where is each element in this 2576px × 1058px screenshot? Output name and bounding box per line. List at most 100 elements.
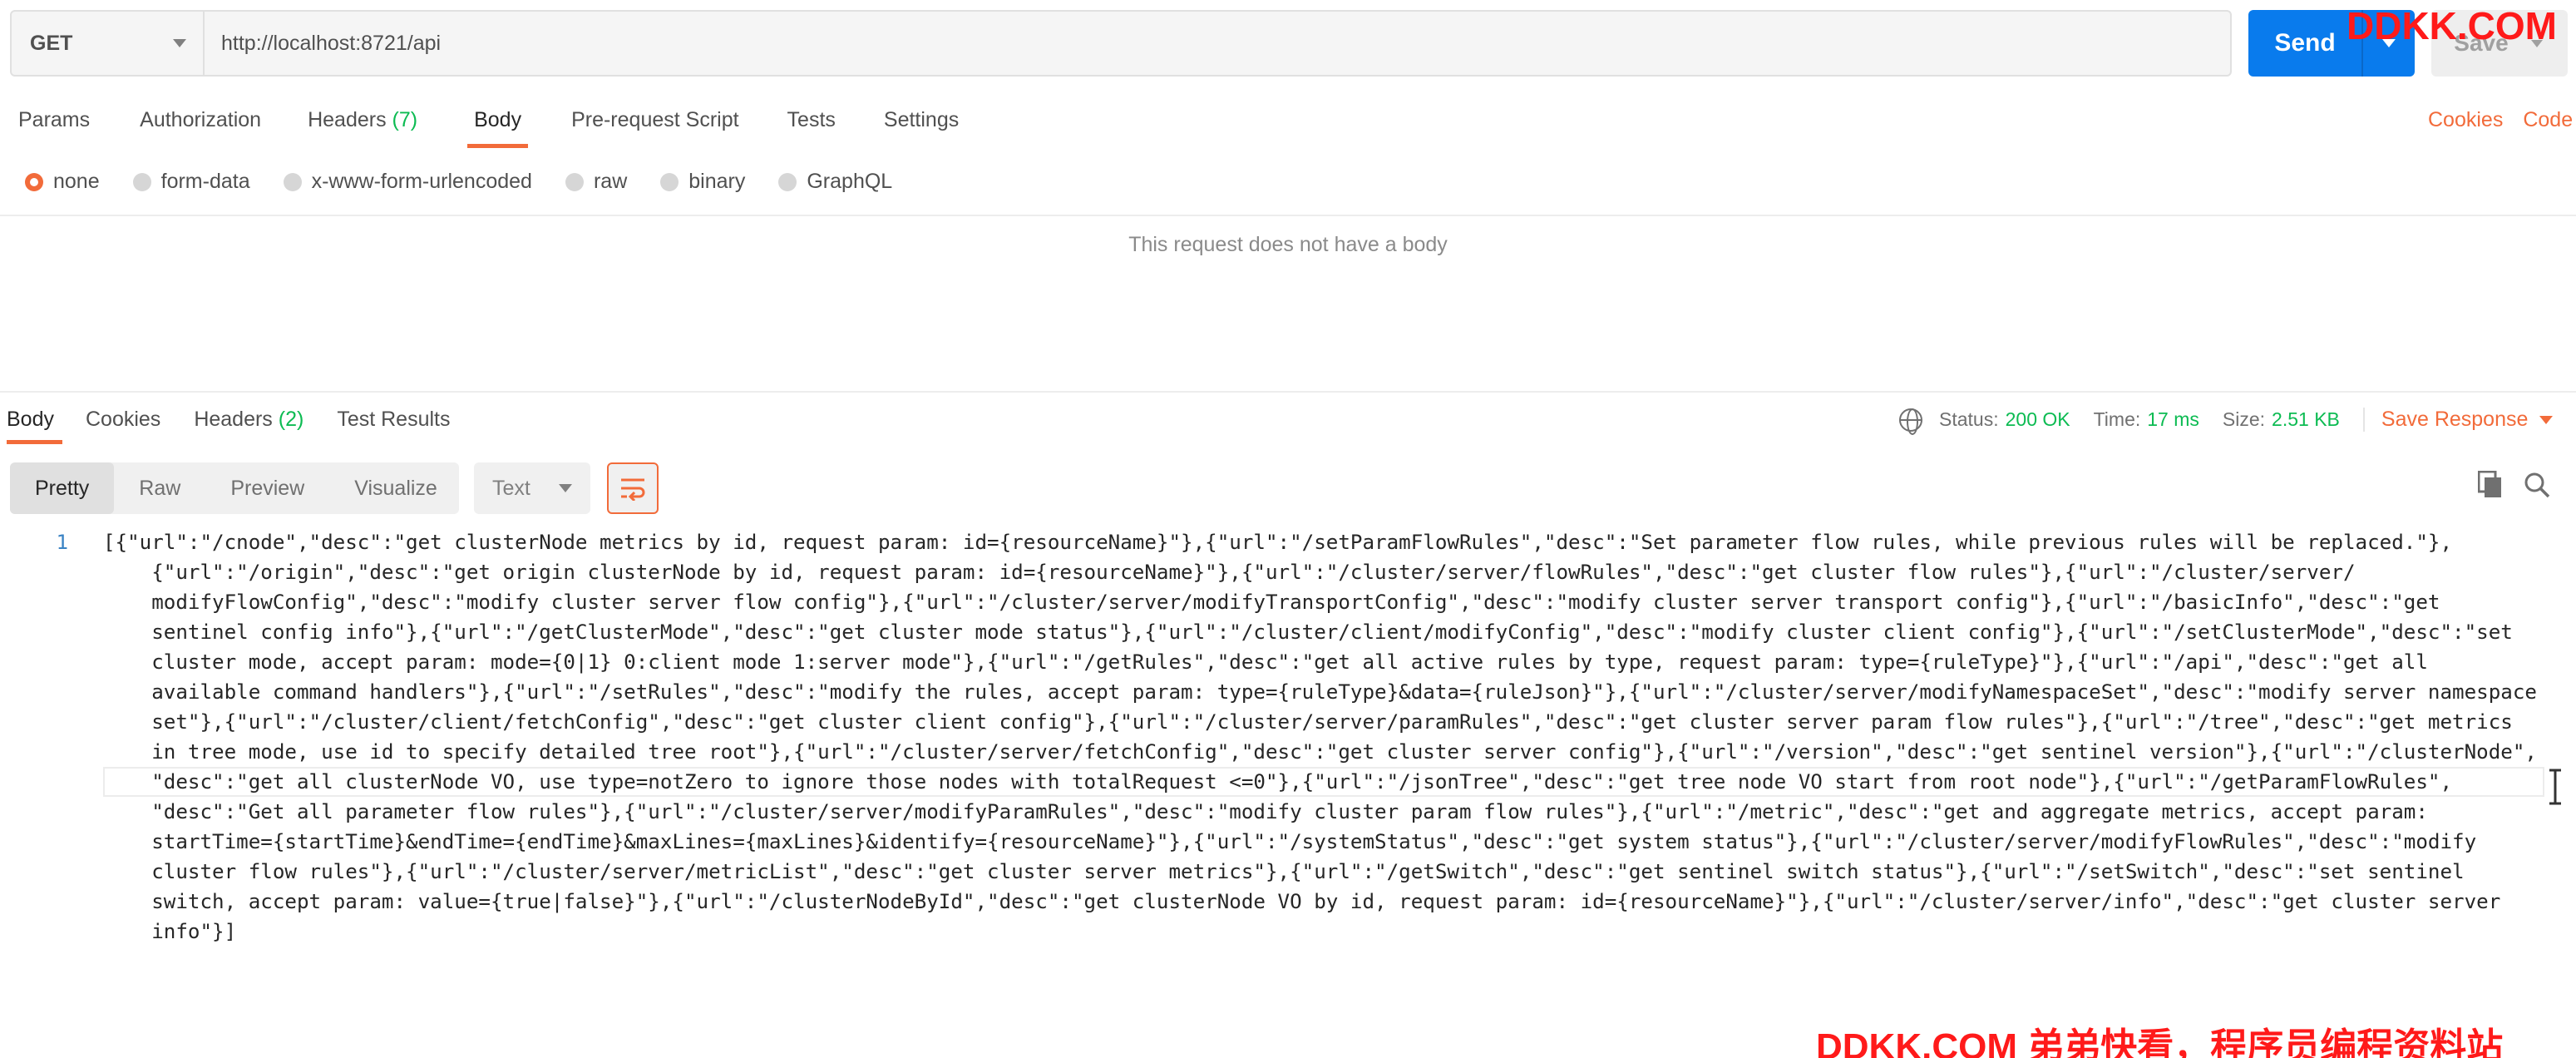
divider	[0, 215, 2576, 216]
body-type-group: none form-data x-www-form-urlencoded raw…	[25, 170, 925, 194]
radio-form-data-label: form-data	[160, 170, 250, 193]
copy-icon[interactable]	[2478, 471, 2503, 499]
divider	[0, 391, 2576, 393]
status-value: 200 OK	[2005, 408, 2070, 430]
view-pretty-label: Pretty	[35, 476, 90, 500]
radio-none[interactable]: none	[25, 170, 100, 194]
code-line: cluster mode, accept param: mode={0|1} 0…	[103, 650, 2428, 674]
watermark-top: DDKK.COM	[2347, 4, 2557, 47]
globe-icon[interactable]	[1899, 408, 1922, 435]
request-url-bar: GET	[10, 10, 2232, 77]
wrap-lines-button[interactable]	[607, 462, 659, 514]
time-value: 17 ms	[2147, 408, 2199, 430]
code-line: sentinel config info"},{"url":"/getClust…	[103, 620, 2513, 644]
response-headers-count: (2)	[278, 408, 304, 431]
radio-graphql-label: GraphQL	[807, 170, 893, 193]
code-line: startTime={startTime}&endTime={endTime}&…	[103, 830, 2477, 853]
radio-raw[interactable]: raw	[565, 170, 627, 194]
view-preview-button[interactable]: Preview	[205, 462, 329, 514]
radio-icon	[778, 172, 797, 191]
tab-settings[interactable]: Settings	[884, 98, 959, 148]
tab-params-label: Params	[18, 108, 91, 131]
code-link[interactable]: Code	[2523, 108, 2573, 132]
radio-urlencoded-label: x-www-form-urlencoded	[311, 170, 532, 193]
view-raw-button[interactable]: Raw	[114, 462, 205, 514]
response-tab-test-results-label: Test Results	[337, 408, 451, 431]
response-status-bar: Status: 200 OK Time: 17 ms Size: 2.51 KB…	[1899, 408, 2554, 435]
tab-tests[interactable]: Tests	[787, 98, 836, 148]
method-label: GET	[30, 31, 73, 55]
tab-params[interactable]: Params	[18, 98, 90, 148]
watermark-bottom: DDKK.COM 弟弟快看，程序员编程资料站	[1816, 1026, 2504, 1058]
request-right-links: Cookies Code	[2428, 108, 2573, 132]
tab-prerequest-label: Pre-request Script	[571, 108, 739, 131]
code-line: "desc":"Get all parameter flow rules"},{…	[103, 800, 2428, 823]
code-line: [{"url":"/cnode","desc":"get clusterNode…	[103, 531, 2453, 554]
status-label: Status:	[1939, 408, 1999, 430]
code-line: "desc":"get all clusterNode VO, use type…	[103, 770, 2453, 794]
time-label: Time:	[2093, 408, 2141, 430]
code-line: {"url":"/origin","desc":"get origin clus…	[103, 561, 2356, 584]
radio-icon	[283, 172, 302, 191]
save-response-button[interactable]: Save Response	[2362, 408, 2554, 432]
chevron-down-icon	[2539, 415, 2554, 424]
response-tabs: Body Cookies Headers (2) Test Results	[0, 398, 451, 444]
line-number: 1	[56, 531, 68, 554]
wrap-lines-icon	[621, 478, 645, 501]
tab-tests-label: Tests	[787, 108, 836, 131]
code-line: in tree mode, use id to specify detailed…	[103, 740, 2537, 764]
method-select[interactable]: GET	[12, 12, 205, 75]
radio-icon	[660, 172, 679, 191]
response-tab-test-results[interactable]: Test Results	[337, 398, 450, 444]
tab-body[interactable]: Body	[467, 98, 529, 148]
radio-binary[interactable]: binary	[660, 170, 745, 194]
radio-urlencoded[interactable]: x-www-form-urlencoded	[283, 170, 532, 194]
view-mode-group: Pretty Raw Preview Visualize	[10, 462, 459, 514]
size-value: 2.51 KB	[2272, 408, 2340, 430]
code-line: modifyFlowConfig","desc":"modify cluster…	[103, 591, 2440, 614]
no-body-message: This request does not have a body	[1128, 233, 1448, 256]
url-input[interactable]	[205, 12, 2230, 75]
response-tab-headers-label: Headers	[194, 408, 273, 431]
radio-none-label: none	[53, 170, 100, 193]
tab-headers-label: Headers	[308, 108, 387, 131]
radio-checked-icon	[25, 172, 43, 191]
format-label: Text	[492, 476, 530, 500]
view-raw-label: Raw	[139, 476, 181, 500]
response-tab-cookies-label: Cookies	[85, 408, 161, 431]
tab-headers[interactable]: Headers (7)	[308, 98, 417, 148]
response-tab-headers[interactable]: Headers (2)	[194, 398, 303, 444]
tab-authorization-label: Authorization	[140, 108, 262, 131]
response-tab-cookies[interactable]: Cookies	[86, 398, 160, 444]
tab-body-label: Body	[474, 108, 522, 131]
code-line: switch, accept param: value={true|false}…	[103, 890, 2501, 913]
response-tab-body[interactable]: Body	[7, 398, 62, 444]
response-body-editor[interactable]: 1 [{"url":"/cnode","desc":"get clusterNo…	[0, 527, 2576, 976]
view-visualize-label: Visualize	[354, 476, 437, 500]
radio-binary-label: binary	[688, 170, 746, 193]
response-tab-body-label: Body	[7, 408, 54, 431]
cookies-link[interactable]: Cookies	[2428, 108, 2503, 132]
save-response-label: Save Response	[2381, 408, 2529, 431]
format-select[interactable]: Text	[474, 462, 590, 514]
tab-authorization[interactable]: Authorization	[140, 98, 261, 148]
code-line: available command handlers"},{"url":"/se…	[103, 680, 2537, 704]
send-label: Send	[2274, 29, 2336, 57]
code-line: cluster flow rules"},{"url":"/cluster/se…	[103, 860, 2465, 883]
headers-count: (7)	[392, 108, 418, 131]
view-preview-label: Preview	[230, 476, 305, 500]
tab-prerequest-script[interactable]: Pre-request Script	[571, 98, 738, 148]
radio-icon	[565, 172, 584, 191]
radio-form-data[interactable]: form-data	[132, 170, 250, 194]
chevron-down-icon	[559, 484, 572, 492]
chevron-down-icon	[173, 39, 186, 47]
radio-graphql[interactable]: GraphQL	[778, 170, 892, 194]
text-cursor-icon	[2549, 769, 2561, 805]
code-line: info"}]	[103, 920, 237, 943]
tab-settings-label: Settings	[883, 108, 960, 131]
view-visualize-button[interactable]: Visualize	[329, 462, 462, 514]
request-tabs: Params Authorization Headers (7) Body Pr…	[0, 98, 959, 148]
search-icon[interactable]	[2523, 471, 2551, 499]
radio-raw-label: raw	[593, 170, 628, 193]
view-pretty-button[interactable]: Pretty	[10, 462, 115, 514]
